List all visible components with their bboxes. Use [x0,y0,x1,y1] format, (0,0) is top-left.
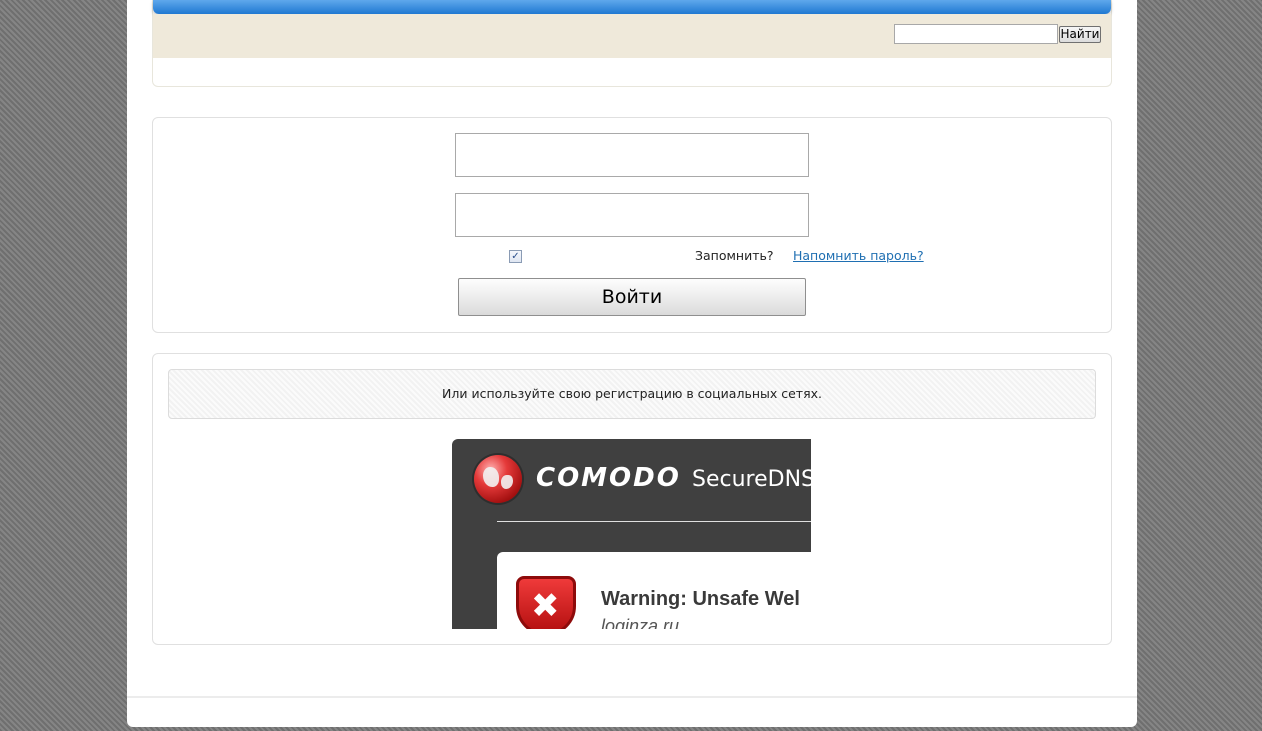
warning-card: ✖ Warning: Unsafe Wel loginza.ru [497,552,811,629]
page-container: Найти ✓ Запомнить? Напомнить пароль? Вой… [127,0,1137,727]
search-button[interactable]: Найти [1059,26,1101,43]
header-accent-bar [153,0,1111,14]
comodo-product: SecureDNS [692,467,811,492]
social-login-section: Или используйте свою регистрацию в социа… [152,353,1112,645]
password-field[interactable] [455,193,809,237]
check-icon: ✓ [511,251,520,262]
remember-checkbox[interactable]: ✓ [509,250,522,263]
globe-icon [474,455,522,503]
site-header: Найти [152,0,1112,87]
blocked-iframe: COMODO SecureDNS ✖ Warning: Unsafe Wel l… [452,439,811,629]
login-field[interactable] [455,133,809,177]
search-input[interactable] [894,24,1058,44]
warning-title: Warning: Unsafe Wel [601,588,800,610]
remember-label: Запомнить? [695,248,774,263]
search-toolbar: Найти [153,14,1111,58]
error-shield-icon: ✖ [516,576,576,629]
comodo-brand: COMODO [536,463,681,493]
login-form: ✓ Запомнить? Напомнить пароль? Войти [152,117,1112,333]
comodo-divider [497,521,811,522]
warning-domain: loginza.ru [601,616,680,629]
login-button[interactable]: Войти [458,278,806,316]
social-login-note: Или используйте свою регистрацию в социа… [168,369,1096,419]
forgot-password-link[interactable]: Напомнить пароль? [793,248,924,263]
footer-divider [127,696,1137,698]
